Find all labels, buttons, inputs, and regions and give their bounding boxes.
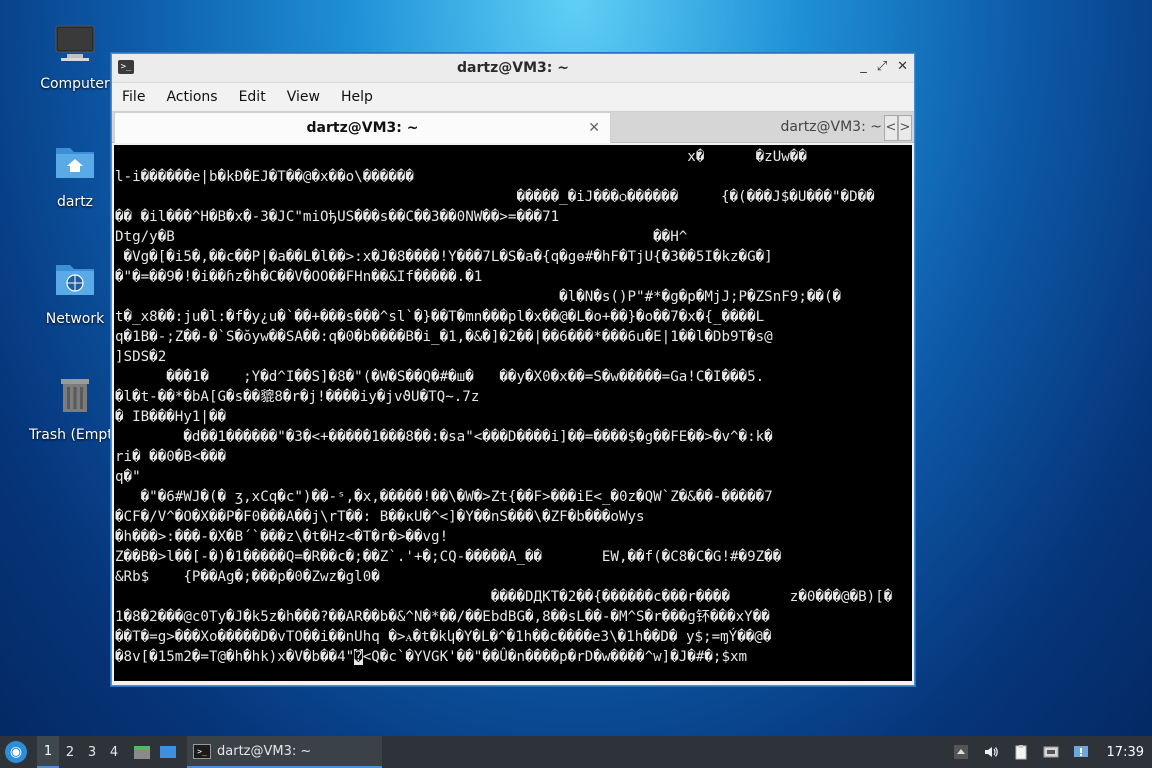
volume-icon[interactable] (983, 744, 999, 760)
tab-terminal-1[interactable]: dartz@VM3: ~ ✕ (114, 112, 611, 143)
terminal-icon: >_ (193, 743, 211, 759)
trash-icon (61, 379, 89, 412)
tab-label: dartz@VM3: ~ (780, 119, 882, 135)
desktop-icon-network[interactable]: Network (25, 257, 125, 327)
desktop-icon-home[interactable]: dartz (25, 140, 125, 210)
workspace-3[interactable]: 3 (81, 745, 103, 760)
desktop-icon-trash[interactable]: Trash (Empty) (25, 373, 115, 443)
workspace-4[interactable]: 4 (103, 745, 125, 760)
tray-up-arrow-icon[interactable] (953, 744, 969, 760)
taskbar: ◉ 1 2 3 4 >_ dartz@VM3: ~ 17:39 (0, 736, 1152, 768)
close-icon[interactable]: ✕ (897, 59, 908, 74)
tab-label: dartz@VM3: ~ (306, 120, 419, 136)
menu-bar: File Actions Edit View Help (112, 83, 914, 111)
computer-icon (55, 25, 95, 61)
terminal-window[interactable]: >_ dartz@VM3: ~ _ ⤢ ✕ File Actions Edit … (111, 53, 915, 686)
terminal-cursor: � (354, 649, 363, 665)
menu-view[interactable]: View (287, 89, 320, 105)
tab-bar: dartz@VM3: ~ ✕ dartz@VM3: ~ < > (112, 111, 914, 143)
terminal-line: <Q�c`�YVGK'��"��Û�n����p�rD�w����^w]�J�#… (362, 649, 748, 665)
desktop-icon-computer[interactable]: Computer (25, 22, 125, 92)
terminal-icon: >_ (118, 60, 134, 74)
minimize-icon[interactable]: _ (860, 59, 867, 74)
tab-terminal-2[interactable]: dartz@VM3: ~ (612, 112, 882, 142)
title-bar[interactable]: >_ dartz@VM3: ~ _ ⤢ ✕ (112, 54, 914, 83)
system-tray: 17:39 (953, 736, 1144, 768)
terminal-output[interactable]: x� �zUw�� l-i������e|b�kĐ�EJ�T��@�x��o\�… (114, 145, 912, 681)
menu-help[interactable]: Help (341, 89, 373, 105)
menu-edit[interactable]: Edit (239, 89, 266, 105)
start-menu-icon[interactable]: ◉ (5, 741, 27, 763)
notification-icon[interactable] (1073, 744, 1089, 760)
clipboard-icon[interactable] (1013, 744, 1029, 760)
tab-close-icon[interactable]: ✕ (588, 113, 600, 143)
clock: 17:39 (1106, 744, 1144, 760)
workspace-1[interactable]: 1 (37, 736, 59, 768)
network-folder-icon (56, 265, 94, 295)
file-manager-icon[interactable] (133, 744, 151, 760)
show-desktop-icon[interactable] (159, 744, 177, 760)
terminal-line: �8v[�15m2�=T@�h�hk)x�V�b��4" (115, 649, 355, 665)
desktop-label: Trash (Empty) (29, 427, 115, 443)
desktop-label: Network (45, 311, 105, 327)
maximize-icon[interactable]: ⤢ (877, 59, 887, 74)
menu-actions[interactable]: Actions (166, 89, 217, 105)
workspace-2[interactable]: 2 (59, 745, 81, 760)
home-folder-icon (56, 148, 94, 178)
tab-scroll-right-icon[interactable]: > (898, 115, 912, 141)
tab-scroll-left-icon[interactable]: < (884, 115, 898, 141)
desktop-label: Computer (40, 76, 110, 92)
taskbar-item-terminal[interactable]: >_ dartz@VM3: ~ (187, 736, 382, 768)
window-title: dartz@VM3: ~ (457, 60, 569, 76)
desktop-label: dartz (56, 194, 94, 210)
network-status-icon[interactable] (1043, 744, 1059, 760)
terminal-text: x� �zUw�� l-i������e|b�kĐ�EJ�T��@�x��o\�… (115, 149, 893, 665)
menu-file[interactable]: File (122, 89, 145, 105)
taskbar-item-label: dartz@VM3: ~ (217, 743, 312, 759)
